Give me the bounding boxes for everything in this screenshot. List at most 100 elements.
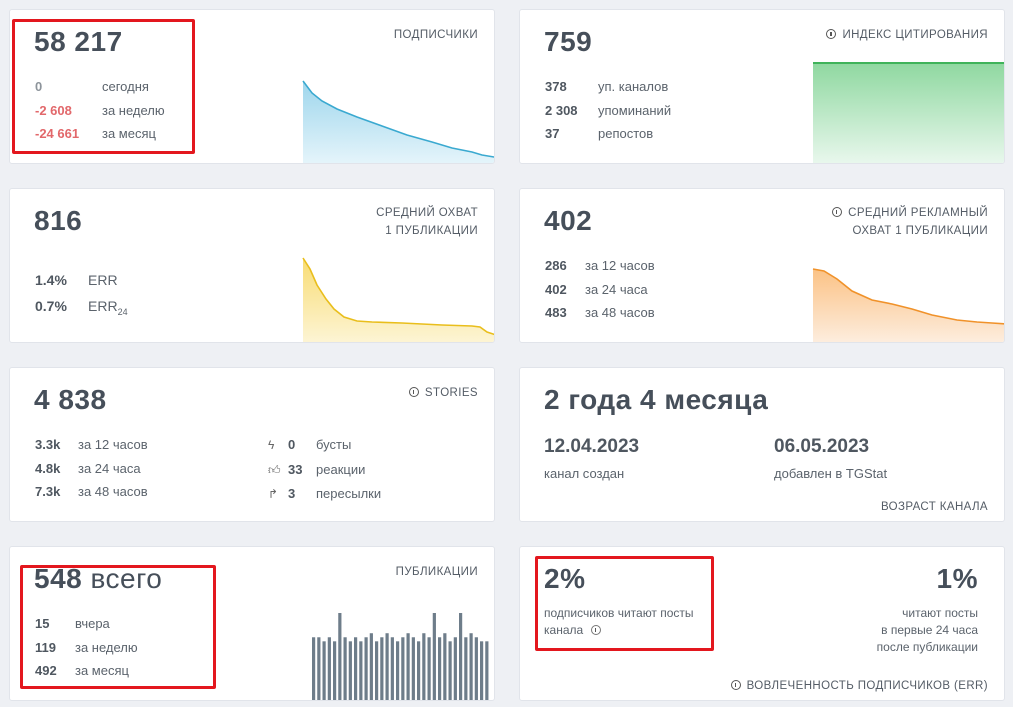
thumbs-up-icon: 👍︎ — [268, 462, 281, 477]
publication-bar — [427, 637, 431, 700]
publication-bar — [411, 637, 415, 700]
citation-value: 759 — [544, 26, 593, 57]
stat-row-err24: 0.7% ERR24 — [35, 298, 128, 317]
ad-reach-label: СРЕДНИЙ РЕКЛАМНЫЙ ОХВАТ 1 ПУБЛИКАЦИИ — [832, 204, 988, 240]
publication-bar — [469, 633, 473, 700]
subscribers-label: ПОДПИСЧИКИ — [393, 29, 478, 41]
forward-arrow-icon: ↱ — [268, 487, 279, 501]
publication-bar — [312, 637, 316, 700]
added-label: добавлен в TGStat — [774, 466, 888, 481]
stat-row-month: 492 за месяц — [35, 663, 129, 678]
reach-label: СРЕДНИЙ ОХВАТ 1 ПУБЛИКАЦИИ — [376, 207, 478, 237]
publication-bar — [396, 641, 400, 700]
stat-row-err: 1.4% ERR — [35, 272, 118, 288]
publication-bar — [480, 641, 484, 700]
publication-bar — [459, 613, 463, 700]
stat-row-mentions: 2 308 упоминаний — [545, 102, 672, 118]
stat-row-month: -24 661 за месяц — [35, 126, 156, 141]
citation-stats: 378 уп. каналов 2 308 упоминаний 37 репосто… — [545, 75, 671, 146]
reach-card: 816 СРЕДНИЙ ОХВАТ 1 ПУБЛИКАЦИИ 1.4% ERR 0.… — [9, 188, 495, 343]
publication-bar — [443, 633, 447, 700]
publication-bar — [453, 637, 457, 700]
stat-row-yesterday: 15 вчера — [35, 616, 110, 631]
stat-row-week: -2 608 за неделю — [35, 102, 165, 118]
info-icon[interactable] — [832, 207, 843, 217]
engagement-right-value: 1% — [936, 563, 978, 594]
publication-bar — [432, 613, 436, 700]
subscribers-stats: 0 сегодня -2 608 за неделю -24 661 за месяц — [35, 75, 165, 146]
info-icon[interactable] — [590, 625, 601, 635]
stat-row-reposts: 37 репостов — [545, 126, 654, 141]
lightning-icon: ϟ — [268, 438, 275, 452]
publication-bar — [380, 637, 384, 700]
reach-sparkline — [302, 257, 494, 342]
publication-bar — [343, 637, 347, 700]
subscribers-card: 58 217 ПОДПИСЧИКИ 0 сегодня -2 608 за неде… — [9, 9, 495, 164]
subscribers-sparkline — [302, 80, 494, 163]
publication-bar — [369, 633, 373, 700]
publication-bar — [406, 633, 410, 700]
stat-row-24h: 4.8k за 24 часа — [35, 460, 141, 476]
publication-bar — [359, 641, 363, 700]
created-label: канал создан — [544, 466, 625, 481]
subscribers-value: 58 217 — [34, 26, 123, 57]
publications-card: 548 всего ПУБЛИКАЦИИ 15 вчера 119 за недел… — [9, 546, 495, 701]
publication-bar — [327, 637, 331, 700]
publication-bar — [438, 637, 442, 700]
publications-value: 548 всего — [34, 563, 163, 594]
citation-label: ИНДЕКС ЦИТИРОВАНИЯ — [826, 26, 988, 44]
publication-bar — [333, 641, 337, 700]
age-value: 2 года 4 месяца — [544, 384, 769, 415]
stories-label: STORIES — [408, 384, 478, 402]
publication-bar — [338, 613, 342, 700]
publication-bar — [354, 637, 358, 700]
ad-reach-value: 402 — [544, 205, 593, 236]
publication-bar — [364, 637, 368, 700]
stories-value: 4 838 — [34, 384, 107, 415]
publications-bar-chart — [312, 613, 489, 700]
stat-row-12h: 286 за 12 часов — [545, 258, 655, 273]
stories-stats: 3.3k за 12 часов 4.8k за 24 часа 7.3k за 48… — [35, 433, 148, 504]
reach-stats: 1.4% ERR 0.7% ERR24 — [35, 267, 128, 325]
stat-row-24h: 402 за 24 часа — [545, 281, 648, 297]
publication-bar — [322, 641, 326, 700]
engagement-left-value: 2% — [544, 563, 586, 594]
publication-bar — [385, 633, 389, 700]
ad-reach-stats: 286 за 12 часов 402 за 24 часа 483 за 48 ча… — [545, 254, 655, 325]
publication-bar — [474, 637, 478, 700]
stat-row-12h: 3.3k за 12 часов — [35, 437, 148, 452]
publication-bar — [375, 641, 379, 700]
stat-row-48h: 7.3k за 48 часов — [35, 484, 148, 499]
age-card: 2 года 4 месяца 12.04.2023 канал создан … — [519, 367, 1005, 522]
info-icon[interactable] — [408, 387, 419, 397]
age-label: ВОЗРАСТ КАНАЛА — [880, 501, 988, 513]
reach-value: 816 — [34, 205, 83, 236]
engagement-card: 2% подписчиков читают посты канала 1% чи… — [519, 546, 1005, 701]
stories-extras: ϟ 0 бусты 👍︎ 33 реакции ↱ 3 пересылки — [268, 433, 381, 507]
engagement-right-caption: читают посты в первые 24 часа после публ… — [876, 606, 978, 654]
info-icon[interactable] — [730, 680, 741, 690]
stat-row-boosts: ϟ 0 бусты — [268, 433, 381, 458]
publications-stats: 15 вчера 119 за неделю 492 за месяц — [35, 612, 138, 683]
citation-card: 759 ИНДЕКС ЦИТИРОВАНИЯ 378 уп. каналов 2 … — [519, 9, 1005, 164]
publication-bar — [464, 637, 468, 700]
publication-bar — [390, 637, 394, 700]
stories-card: 4 838 STORIES 3.3k за 12 часов 4.8k за 24 … — [9, 367, 495, 522]
stat-row-week: 119 за неделю — [35, 639, 138, 655]
publication-bar — [422, 633, 426, 700]
publication-bar — [485, 641, 489, 700]
engagement-label: ВОВЛЕЧЕННОСТЬ ПОДПИСЧИКОВ (ERR) — [730, 677, 988, 695]
publication-bar — [448, 641, 452, 700]
citation-sparkline — [813, 62, 1004, 163]
publication-bar — [401, 637, 405, 700]
publication-bar — [417, 641, 421, 700]
stat-row-48h: 483 за 48 часов — [545, 305, 655, 320]
created-date: 12.04.2023 — [544, 436, 640, 457]
added-date: 06.05.2023 — [774, 436, 870, 457]
info-icon[interactable] — [826, 29, 837, 39]
publication-bar — [317, 637, 321, 700]
ad-reach-sparkline — [812, 268, 1004, 342]
publications-label: ПУБЛИКАЦИИ — [395, 566, 478, 578]
ad-reach-card: 402 СРЕДНИЙ РЕКЛАМНЫЙ ОХВАТ 1 ПУБЛИКАЦИИ … — [519, 188, 1005, 343]
stat-row-forwards: ↱ 3 пересылки — [268, 482, 381, 507]
